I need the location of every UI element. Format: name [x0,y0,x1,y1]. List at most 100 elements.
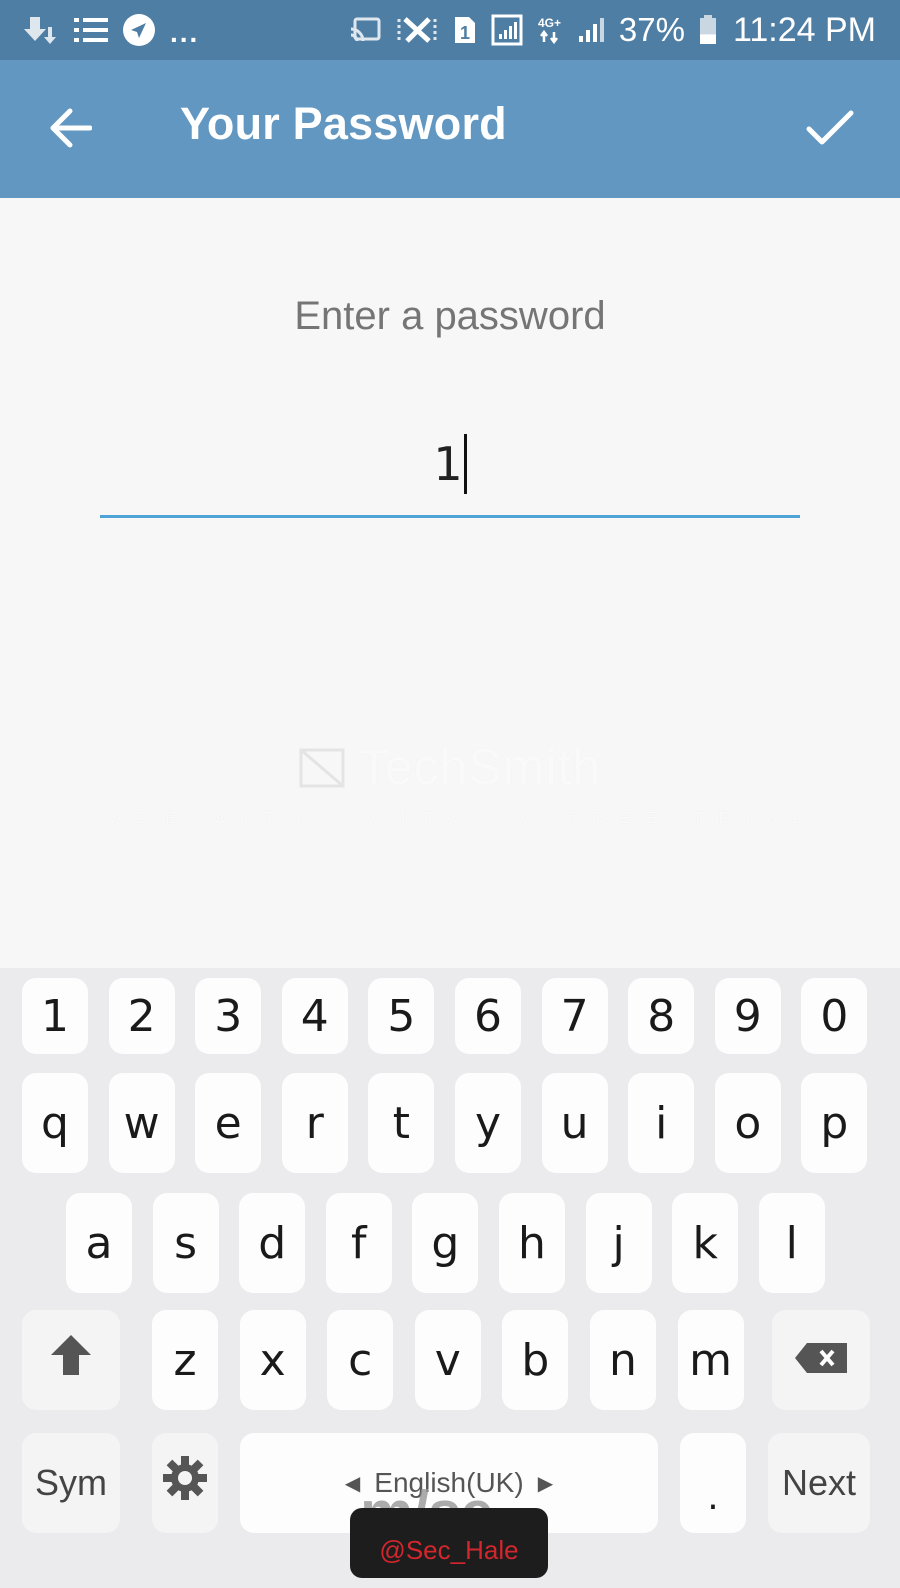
key-label: t [392,1097,411,1149]
key-o[interactable]: o [714,1073,781,1173]
sim-1-icon: 1 [453,15,477,45]
key-d[interactable]: d [239,1193,306,1293]
key-label: j [612,1217,625,1269]
battery-icon [699,15,717,45]
key-label: o [734,1097,762,1149]
key-8[interactable]: 8 [628,978,695,1054]
key-j[interactable]: j [585,1193,652,1293]
key-label: f [351,1217,367,1269]
key-0[interactable]: 0 [801,978,868,1054]
cast-icon [349,17,381,43]
status-bar-left: ... [22,11,199,49]
download-notification-icon [22,13,60,47]
key-s[interactable]: s [152,1193,219,1293]
techsmith-logo-text: TechSmith [358,739,602,795]
key-r[interactable]: r [281,1073,348,1173]
done-button[interactable] [800,100,860,160]
sym-key[interactable]: Sym [22,1433,120,1533]
backspace-key[interactable] [772,1310,870,1410]
svg-text:1: 1 [460,23,470,43]
key-label: 5 [387,990,416,1042]
clock: 11:24 PM [732,10,876,49]
battery-percentage: 37% [618,11,685,48]
key-y[interactable]: y [455,1073,521,1173]
checkmark-icon [805,108,855,153]
password-value: 1 [433,437,463,491]
key-3[interactable]: 3 [195,978,262,1054]
key-l[interactable]: l [758,1193,825,1293]
key-label: n [609,1334,637,1386]
key-i[interactable]: i [628,1073,695,1173]
key-1[interactable]: 1 [22,978,88,1054]
techsmith-logo-icon [299,739,359,795]
status-bar: ... 1 4G+ 37% 11:24 PM [0,0,900,60]
key-label: q [41,1097,69,1149]
key-n[interactable]: n [590,1310,656,1410]
key-9[interactable]: 9 [714,978,781,1054]
key-e[interactable]: e [195,1073,262,1173]
app-bar: Your Password [0,60,900,198]
password-form: Enter a password 1 TechSmith MADE WITH C… [0,198,900,968]
key-label: c [348,1334,373,1386]
key-z[interactable]: z [152,1310,218,1410]
key-label: v [434,1334,461,1386]
key-label: 8 [647,990,676,1042]
key-label: w [123,1097,160,1149]
period-key[interactable]: . [680,1433,746,1533]
overlay-handle: @Sec_Hale [379,1535,519,1565]
key-b[interactable]: b [502,1310,569,1410]
key-7[interactable]: 7 [541,978,608,1054]
key-k[interactable]: k [672,1193,739,1293]
key-6[interactable]: 6 [455,978,521,1054]
key-u[interactable]: u [541,1073,608,1173]
more-notifications-indicator: ... [170,17,200,48]
key-2[interactable]: 2 [108,978,175,1054]
key-c[interactable]: c [327,1310,394,1410]
key-g[interactable]: g [412,1193,479,1293]
key-x[interactable]: x [239,1310,306,1410]
key-label: 0 [820,990,849,1042]
key-label: 3 [214,990,243,1042]
key-a[interactable]: a [66,1193,132,1293]
language-next-icon: ▶ [537,1472,554,1495]
key-label: e [214,1097,242,1149]
key-v[interactable]: v [414,1310,481,1410]
key-label: k [692,1217,718,1269]
arrow-left-icon [48,108,93,153]
camtasia-watermark: MADE WITH CAMTASIA FREE TRIAL [81,810,819,827]
password-input[interactable]: 1 [100,413,800,518]
key-f[interactable]: f [325,1193,392,1293]
status-bar-right: 1 4G+ 37% 11:24 PM [349,11,876,50]
key-label: g [431,1217,460,1269]
key-h[interactable]: h [499,1193,565,1293]
key-4[interactable]: 4 [281,978,348,1054]
4g-plus-icon: 4G+ [537,14,563,46]
key-label: 1 [41,990,69,1042]
password-prompt: Enter a password [294,294,606,338]
text-caret [463,434,467,494]
key-w[interactable]: w [108,1073,175,1173]
list-notification-icon [74,15,108,45]
next-key[interactable]: Next [768,1433,870,1533]
signal-bars-icon [577,16,605,44]
key-label: m [689,1334,733,1386]
key-5[interactable]: 5 [368,978,435,1054]
next-key-label: Next [781,1462,857,1503]
key-q[interactable]: q [22,1073,88,1173]
key-label: l [785,1217,798,1269]
key-label: 4 [300,990,329,1042]
key-label: a [85,1217,113,1269]
svg-text:4G+: 4G+ [538,16,561,30]
settings-key[interactable] [152,1433,218,1533]
shift-key[interactable] [22,1310,120,1410]
language-prev-icon: ◀ [344,1472,361,1495]
key-m[interactable]: m [677,1310,744,1410]
vibrate-mute-icon [395,15,439,45]
back-button[interactable] [42,102,98,158]
gear-icon [161,1454,209,1513]
shift-arrow-icon [49,1333,93,1388]
key-label: b [521,1334,550,1386]
key-t[interactable]: t [368,1073,435,1173]
key-p[interactable]: p [801,1073,868,1173]
key-label: y [474,1097,502,1149]
